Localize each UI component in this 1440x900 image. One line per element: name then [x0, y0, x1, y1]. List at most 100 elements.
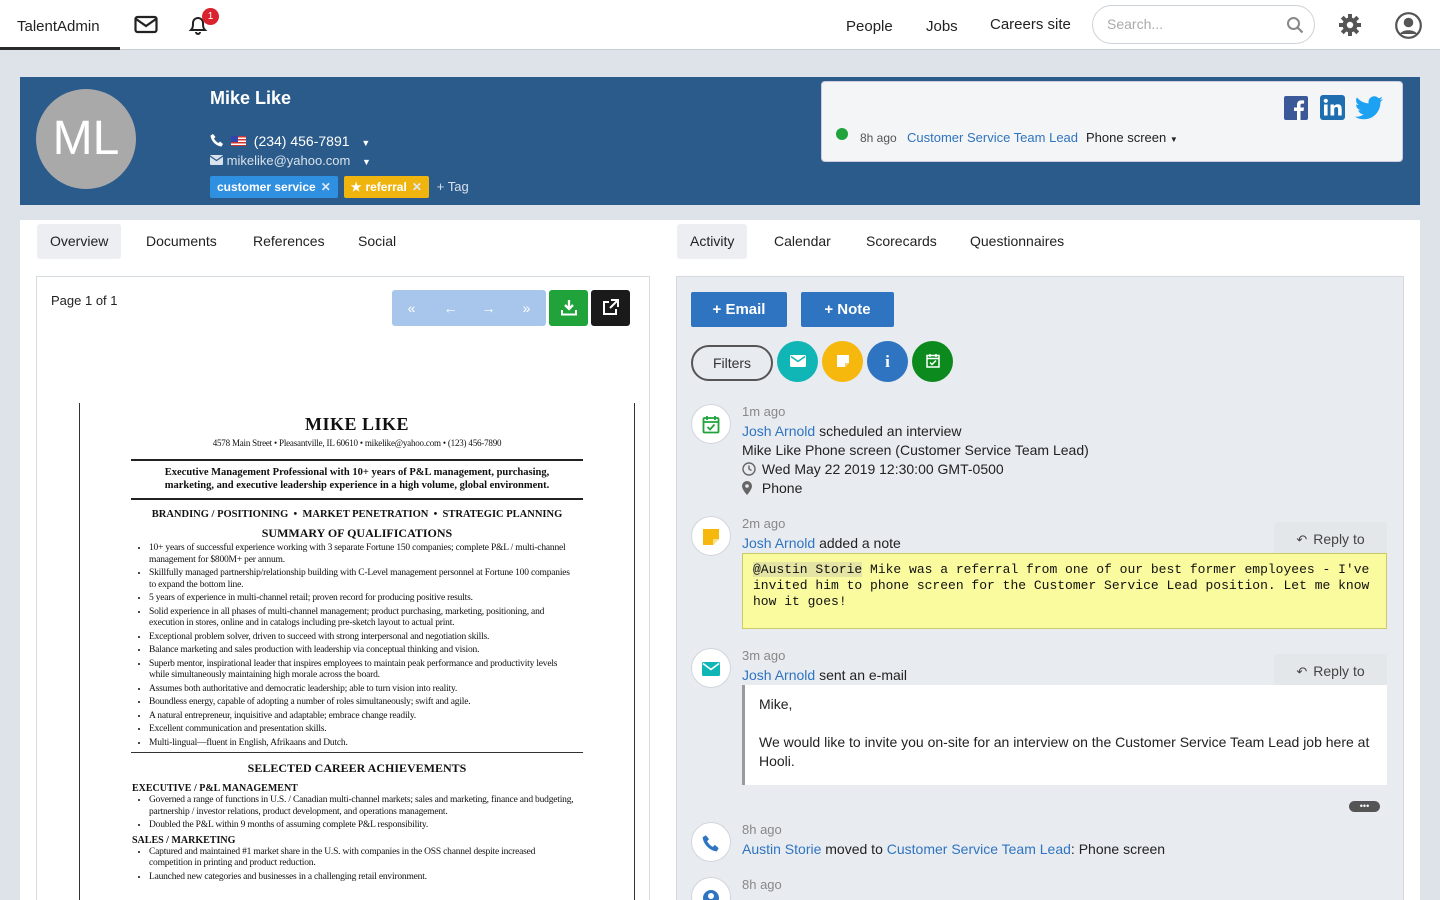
- filter-calendar-button[interactable]: [912, 341, 953, 382]
- search-box: [1092, 5, 1315, 44]
- status-stage-dropdown[interactable]: Phone screen ▼: [1086, 130, 1178, 145]
- search-input[interactable]: [1107, 16, 1277, 32]
- us-flag-icon: [230, 136, 246, 146]
- resume-keywords: BRANDING / POSITIONING • MARKET PENETRAT…: [151, 509, 563, 520]
- calendar-check-icon: [925, 354, 940, 368]
- download-button[interactable]: [549, 290, 588, 326]
- last-page-button[interactable]: »: [507, 290, 546, 326]
- activity-time: 2m ago: [742, 516, 786, 531]
- list-item: 10+ years of successful experience worki…: [149, 543, 578, 566]
- reply-icon: ↶: [1296, 664, 1308, 679]
- tag-referral[interactable]: ★ referral ✕: [343, 176, 429, 198]
- remove-tag-icon[interactable]: ✕: [321, 180, 331, 194]
- pipeline-status-card: 8h ago Customer Service Team Lead Phone …: [821, 81, 1403, 162]
- filter-info-button[interactable]: i: [867, 341, 908, 382]
- clock-icon: [742, 461, 756, 477]
- job-link[interactable]: Customer Service Team Lead: [887, 841, 1071, 857]
- list-item: Multi-lingual—fluent in English, Afrikaa…: [149, 738, 578, 750]
- prev-page-button[interactable]: ←: [431, 290, 470, 326]
- resume-ach-heading: SELECTED CAREER ACHIEVEMENTS: [247, 761, 467, 775]
- list-item: Solid experience in all phases of multi-…: [149, 607, 578, 630]
- tab-overview[interactable]: Overview: [37, 224, 122, 259]
- nav-jobs[interactable]: Jobs: [926, 18, 958, 35]
- user-icon: [691, 877, 731, 900]
- main-card: Overview Documents References Social Act…: [20, 220, 1420, 900]
- activity-item: 2m ago Josh Arnold added a note ↶ Reply t…: [691, 516, 1391, 636]
- actor-link[interactable]: Austin Storie: [742, 841, 821, 857]
- mail-icon[interactable]: [134, 15, 158, 38]
- tab-calendar[interactable]: Calendar: [761, 224, 844, 259]
- open-external-button[interactable]: [591, 290, 630, 326]
- activity-summary: Josh Arnold sent an e-mail: [742, 667, 907, 683]
- nav-people[interactable]: People: [846, 18, 893, 35]
- calendar-check-icon: [691, 404, 731, 444]
- activity-action: sent an e-mail: [819, 667, 907, 683]
- list-item: Governed a range of functions in U.S. / …: [149, 795, 578, 818]
- add-email-button[interactable]: + Email: [691, 292, 787, 327]
- note-body: @Austin Storie Mike was a referral from …: [742, 553, 1387, 629]
- status-job-link[interactable]: Customer Service Team Lead: [907, 130, 1078, 145]
- activity-summary: Josh Arnold scheduled an interview: [742, 423, 961, 439]
- sticky-note-icon: [691, 516, 731, 556]
- expand-more-button[interactable]: •••: [1349, 801, 1380, 812]
- activity-item: 8h ago: [691, 877, 1391, 900]
- tab-scorecards[interactable]: Scorecards: [853, 224, 950, 259]
- actor-link[interactable]: Josh Arnold: [742, 535, 815, 551]
- activity-time: 8h ago: [742, 877, 782, 892]
- add-tag-button[interactable]: + Tag: [437, 176, 469, 198]
- candidate-avatar: ML: [36, 89, 136, 189]
- resume-divider: [131, 752, 583, 753]
- mention[interactable]: @Austin Storie: [753, 562, 863, 577]
- tab-documents[interactable]: Documents: [133, 224, 230, 259]
- list-item: Balance marketing and sales production w…: [149, 645, 578, 657]
- nav-careers-site[interactable]: Careers site: [990, 16, 1071, 33]
- tab-activity[interactable]: Activity: [677, 224, 748, 259]
- phone-icon: [210, 133, 228, 149]
- remove-tag-icon[interactable]: ✕: [412, 180, 422, 194]
- sales-list: Captured and maintained #1 market share …: [132, 847, 578, 884]
- tab-social[interactable]: Social: [345, 224, 409, 259]
- search-icon[interactable]: [1286, 16, 1304, 37]
- candidate-email[interactable]: mikelike@yahoo.com ▼: [209, 153, 371, 168]
- candidate-name: Mike Like: [210, 88, 292, 108]
- map-marker-icon: [742, 480, 758, 496]
- facebook-icon[interactable]: [1284, 96, 1308, 123]
- actor-link[interactable]: Josh Arnold: [742, 423, 815, 439]
- candidate-phone[interactable]: (234) 456-7891 ▼: [210, 133, 370, 149]
- linkedin-icon[interactable]: [1320, 95, 1345, 123]
- add-note-button[interactable]: + Note: [801, 292, 894, 327]
- qualifications-list: 10+ years of successful experience worki…: [132, 543, 578, 749]
- page-indicator: Page 1 of 1: [51, 293, 118, 308]
- activity-summary: Austin Storie moved to Customer Service …: [742, 841, 1165, 857]
- tab-questionnaires[interactable]: Questionnaires: [957, 224, 1077, 259]
- interview-location: Phone: [742, 480, 802, 496]
- tab-references[interactable]: References: [240, 224, 338, 259]
- twitter-icon[interactable]: [1354, 96, 1384, 123]
- user-avatar-icon[interactable]: [1395, 12, 1422, 42]
- next-page-button[interactable]: →: [469, 290, 508, 326]
- activity-panel: + Email + Note Filters i 1m ago Josh Arn…: [676, 276, 1404, 900]
- filter-email-button[interactable]: [777, 341, 818, 382]
- document-viewer: Page 1 of 1 « ← → » MIKE LIKE 4578 Main …: [36, 276, 650, 900]
- gear-icon[interactable]: [1338, 13, 1362, 40]
- activity-action: moved to: [825, 841, 883, 857]
- reply-icon: ↶: [1296, 532, 1308, 547]
- chevron-down-icon[interactable]: ▼: [362, 157, 371, 167]
- actor-link[interactable]: Josh Arnold: [742, 667, 815, 683]
- activity-time: 3m ago: [742, 648, 786, 663]
- status-indicator: [836, 128, 848, 140]
- top-bar: TalentAdmin 1 People Jobs Careers site: [0, 0, 1440, 50]
- tag-customer-service[interactable]: customer service ✕: [210, 176, 338, 198]
- envelope-icon: [209, 153, 227, 168]
- brand-tab[interactable]: TalentAdmin: [0, 0, 120, 50]
- phone-icon: [691, 822, 731, 862]
- email-address: mikelike@yahoo.com: [226, 153, 351, 168]
- star-icon: ★: [350, 180, 362, 194]
- chevron-down-icon[interactable]: ▼: [361, 138, 370, 148]
- first-page-button[interactable]: «: [392, 290, 431, 326]
- filter-note-button[interactable]: [822, 341, 863, 382]
- list-item: Doubled the P&L within 9 months of assum…: [149, 820, 578, 832]
- reply-button[interactable]: ↶ Reply to: [1274, 654, 1387, 688]
- reply-button[interactable]: ↶ Reply to: [1274, 522, 1387, 556]
- filters-button[interactable]: Filters: [691, 345, 773, 381]
